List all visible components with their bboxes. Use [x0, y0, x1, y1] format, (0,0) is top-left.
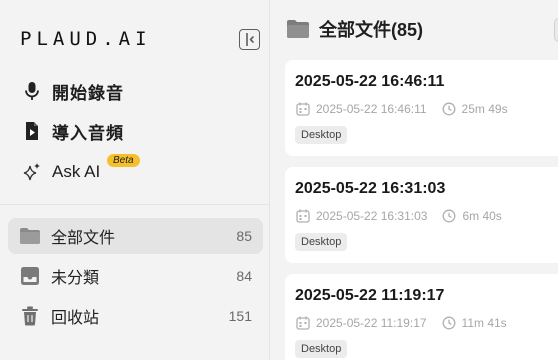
import-audio-button[interactable]: 導入音頻	[20, 119, 124, 143]
sidebar-item-count: 151	[228, 308, 252, 324]
sidebar-item-count: 85	[236, 228, 252, 244]
header-action-button[interactable]	[554, 18, 558, 42]
file-meta: 2025-05-22 16:31:03 6m 40s	[295, 208, 502, 224]
trash-icon	[19, 305, 41, 327]
sidebar-item-count: 84	[236, 268, 252, 284]
calendar-icon	[295, 315, 311, 331]
beta-badge: Beta	[107, 154, 140, 167]
start-recording-button[interactable]: 開始錄音	[20, 79, 124, 103]
file-title: 2025-05-22 16:46:11	[295, 73, 445, 90]
file-duration: 6m 40s	[462, 209, 502, 223]
file-card[interactable]: 2025-05-22 16:31:03 2025-05-22 16:31:03 …	[285, 167, 558, 263]
file-title: 2025-05-22 11:19:17	[295, 287, 445, 304]
clock-icon	[441, 208, 457, 224]
collapse-sidebar-icon	[246, 33, 254, 46]
folder-icon	[286, 18, 310, 40]
sidebar-item-label: 全部文件	[51, 230, 116, 247]
file-date: 2025-05-22 16:31:03	[316, 209, 428, 223]
file-date: 2025-05-22 16:46:11	[316, 102, 427, 116]
sidebar-item-label: 未分類	[51, 270, 100, 287]
file-meta: 2025-05-22 16:46:11 25m 49s	[295, 101, 508, 117]
import-audio-icon	[20, 119, 44, 143]
calendar-icon	[295, 101, 311, 117]
file-source-tag: Desktop	[295, 126, 348, 144]
clock-icon	[441, 315, 457, 331]
app-logo: PLAUD.AI	[20, 28, 152, 50]
import-audio-label: 導入音頻	[52, 123, 124, 143]
file-title: 2025-05-22 16:31:03	[295, 180, 446, 197]
file-duration: 25m 49s	[461, 102, 508, 116]
file-source-tag: Desktop	[295, 340, 348, 358]
sidebar-item-trash[interactable]: 回收站 151	[8, 298, 263, 334]
sidebar-divider	[0, 204, 270, 205]
inbox-icon	[19, 265, 41, 287]
page-header: 全部文件(85)	[286, 16, 423, 42]
ask-ai-button[interactable]: Ask AI Beta	[20, 154, 140, 184]
sidebar-item-uncategorized[interactable]: 未分類 84	[8, 258, 263, 294]
microphone-icon	[20, 79, 44, 103]
sidebar: PLAUD.AI 開始錄音 導入音頻 Ask AI Beta 全部文件 85 未…	[0, 0, 270, 360]
sidebar-item-all-files[interactable]: 全部文件 85	[8, 218, 263, 254]
file-date: 2025-05-22 11:19:17	[316, 316, 427, 330]
file-card[interactable]: 2025-05-22 16:46:11 2025-05-22 16:46:11 …	[285, 60, 558, 156]
sparkle-icon	[20, 160, 44, 184]
file-card[interactable]: 2025-05-22 11:19:17 2025-05-22 11:19:17 …	[285, 274, 558, 360]
file-list-panel: 全部文件(85) 2025-05-22 16:46:11 2025-05-22 …	[271, 0, 558, 360]
file-duration: 11m 41s	[461, 316, 507, 330]
clock-icon	[441, 101, 457, 117]
page-title: 全部文件(85)	[319, 20, 424, 40]
start-recording-label: 開始錄音	[52, 83, 124, 103]
ask-ai-label: Ask AI	[52, 162, 101, 181]
folder-icon	[19, 225, 41, 247]
sidebar-item-label: 回收站	[51, 310, 100, 327]
calendar-icon	[295, 208, 311, 224]
collapse-sidebar-button[interactable]	[239, 29, 260, 50]
file-meta: 2025-05-22 11:19:17 11m 41s	[295, 315, 507, 331]
file-source-tag: Desktop	[295, 233, 348, 251]
